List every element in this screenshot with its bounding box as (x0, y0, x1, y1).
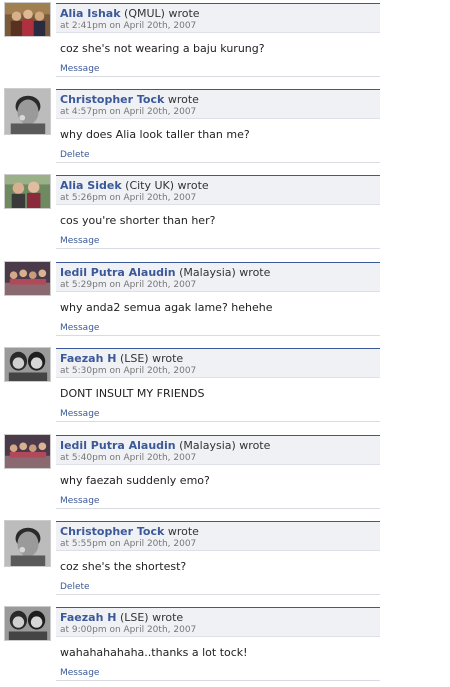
wall-post: Iedil Putra Alaudin (Malaysia) wrote at … (0, 261, 450, 347)
message-link[interactable]: Message (60, 496, 99, 506)
post-timestamp: at 2:41pm on April 20th, 2007 (60, 21, 197, 31)
delete-link[interactable]: Delete (60, 150, 90, 160)
author-line: Christopher Tock wrote (60, 93, 199, 106)
post-header: Faezah H (LSE) wrote at 5:30pm on April … (56, 348, 380, 378)
message-link[interactable]: Message (60, 64, 99, 74)
author-line: Iedil Putra Alaudin (Malaysia) wrote (60, 439, 270, 452)
wrote-label: wrote (164, 525, 199, 538)
author-line: Faezah H (LSE) wrote (60, 352, 183, 365)
wall-post: Faezah H (LSE) wrote at 5:30pm on April … (0, 347, 450, 433)
group-photo-avatar[interactable] (4, 2, 51, 37)
message-link[interactable]: Message (60, 323, 99, 333)
wall-post: Faezah H (LSE) wrote at 9:00pm on April … (0, 606, 450, 687)
post-timestamp: at 4:57pm on April 20th, 2007 (60, 107, 197, 117)
author-line: Faezah H (LSE) wrote (60, 611, 183, 624)
wall-post: Alia Sidek (City UK) wrote at 5:26pm on … (0, 174, 450, 260)
wall-post: Iedil Putra Alaudin (Malaysia) wrote at … (0, 434, 450, 520)
portrait-avatar[interactable] (4, 520, 51, 567)
author-affiliation: (Malaysia) (175, 439, 236, 452)
author-name-link[interactable]: Iedil Putra Alaudin (60, 439, 176, 452)
post-divider (56, 421, 380, 422)
pair-photo-avatar[interactable] (4, 347, 51, 382)
post-header: Christopher Tock wrote at 4:57pm on Apri… (56, 89, 380, 119)
author-affiliation: (QMUL) (120, 7, 165, 20)
wrote-label: wrote (164, 7, 200, 20)
author-line: Iedil Putra Alaudin (Malaysia) wrote (60, 266, 270, 279)
post-message: why does Alia look taller than me? (60, 128, 250, 141)
post-message: why anda2 semua agak lame? hehehe (60, 301, 273, 314)
wrote-label: wrote (235, 439, 271, 452)
author-affiliation: (LSE) (116, 611, 149, 624)
post-timestamp: at 5:30pm on April 20th, 2007 (60, 366, 197, 376)
author-line: Alia Ishak (QMUL) wrote (60, 7, 200, 20)
post-divider (56, 76, 380, 77)
pair-photo-avatar[interactable] (4, 606, 51, 641)
wrote-label: wrote (148, 352, 184, 365)
delete-link[interactable]: Delete (60, 582, 90, 592)
wrote-label: wrote (174, 179, 209, 192)
author-name-link[interactable]: Faezah H (60, 352, 116, 365)
group-photo-avatar[interactable] (4, 174, 51, 209)
post-message: wahahahahaha..thanks a lot tock! (60, 646, 248, 659)
portrait-avatar[interactable] (4, 88, 51, 135)
group-photo-avatar[interactable] (4, 434, 51, 469)
post-timestamp: at 5:29pm on April 20th, 2007 (60, 280, 197, 290)
post-message: coz she's the shortest? (60, 560, 187, 573)
group-photo-avatar[interactable] (4, 261, 51, 296)
post-timestamp: at 9:00pm on April 20th, 2007 (60, 625, 197, 635)
wall-post: Christopher Tock wrote at 4:57pm on Apri… (0, 88, 450, 174)
author-affiliation: (City UK) (121, 179, 175, 192)
message-link[interactable]: Message (60, 668, 99, 678)
author-name-link[interactable]: Iedil Putra Alaudin (60, 266, 176, 279)
author-name-link[interactable]: Christopher Tock (60, 93, 164, 106)
author-name-link[interactable]: Alia Ishak (60, 7, 121, 20)
post-message: coz she's not wearing a baju kurung? (60, 42, 265, 55)
post-header: Christopher Tock wrote at 5:55pm on Apri… (56, 521, 380, 551)
post-divider (56, 508, 380, 509)
post-timestamp: at 5:40pm on April 20th, 2007 (60, 453, 197, 463)
message-link[interactable]: Message (60, 409, 99, 419)
wall-post: Alia Ishak (QMUL) wrote at 2:41pm on Apr… (0, 2, 450, 88)
post-timestamp: at 5:26pm on April 20th, 2007 (60, 193, 197, 203)
post-divider (56, 162, 380, 163)
post-divider (56, 335, 380, 336)
author-affiliation: (LSE) (116, 352, 149, 365)
post-header: Alia Ishak (QMUL) wrote at 2:41pm on Apr… (56, 3, 380, 33)
post-divider (56, 248, 380, 249)
post-header: Alia Sidek (City UK) wrote at 5:26pm on … (56, 175, 380, 205)
post-divider (56, 680, 380, 681)
author-line: Alia Sidek (City UK) wrote (60, 179, 209, 192)
wrote-label: wrote (164, 93, 199, 106)
post-header: Faezah H (LSE) wrote at 9:00pm on April … (56, 607, 380, 637)
author-name-link[interactable]: Christopher Tock (60, 525, 164, 538)
wrote-label: wrote (235, 266, 271, 279)
author-name-link[interactable]: Faezah H (60, 611, 116, 624)
wall-post: Christopher Tock wrote at 5:55pm on Apri… (0, 520, 450, 606)
post-message: why faezah suddenly emo? (60, 474, 210, 487)
wrote-label: wrote (148, 611, 184, 624)
message-link[interactable]: Message (60, 236, 99, 246)
author-affiliation: (Malaysia) (175, 266, 236, 279)
author-name-link[interactable]: Alia Sidek (60, 179, 122, 192)
post-message: cos you're shorter than her? (60, 214, 216, 227)
post-divider (56, 594, 380, 595)
author-line: Christopher Tock wrote (60, 525, 199, 538)
post-timestamp: at 5:55pm on April 20th, 2007 (60, 539, 197, 549)
post-header: Iedil Putra Alaudin (Malaysia) wrote at … (56, 435, 380, 465)
post-header: Iedil Putra Alaudin (Malaysia) wrote at … (56, 262, 380, 292)
post-message: DONT INSULT MY FRIENDS (60, 387, 205, 400)
